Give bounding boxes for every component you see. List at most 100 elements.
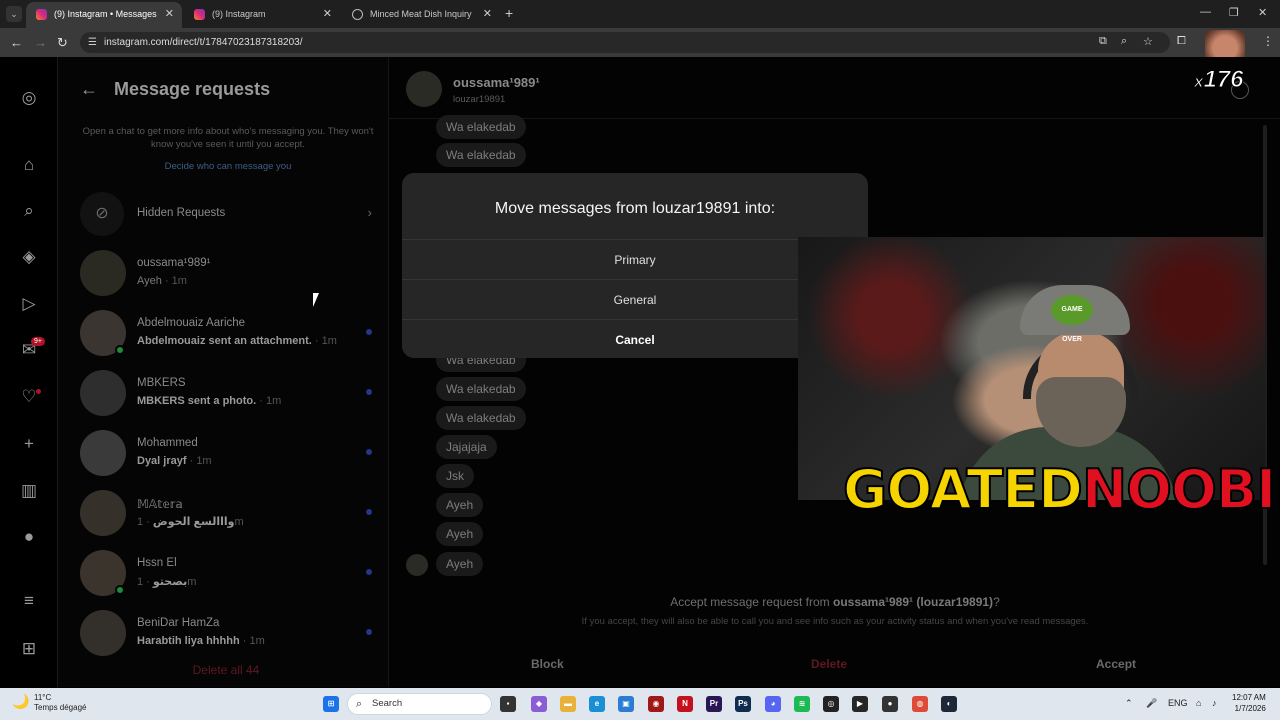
- tab-search-button[interactable]: ⌄: [6, 6, 22, 22]
- home-icon[interactable]: ⌂: [19, 155, 39, 175]
- weather-widget[interactable]: 11°C Temps dégagé: [34, 693, 86, 713]
- chat-name[interactable]: oussama¹989¹: [453, 75, 540, 90]
- new-tab-icon[interactable]: +: [505, 5, 513, 21]
- message-bubble: Ayeh: [436, 552, 484, 576]
- app-red-icon[interactable]: ◉: [648, 696, 664, 712]
- microphone-icon[interactable]: 🎤: [1146, 698, 1157, 709]
- preview-time: · 1m: [259, 395, 282, 407]
- unread-dot: [366, 389, 372, 395]
- instagram-favicon-icon: [36, 9, 47, 20]
- app-dark-icon[interactable]: ◎: [823, 696, 839, 712]
- tab-label: (9) Instagram • Messages: [54, 9, 157, 19]
- chat-username: louzar19891: [453, 94, 506, 105]
- conversation-name: MBKERS: [137, 377, 186, 389]
- also-from-meta-icon[interactable]: ⊞: [19, 639, 39, 659]
- hidden-requests-row[interactable]: ⊘ Hidden Requests ›: [80, 192, 376, 236]
- start-icon[interactable]: ⊞: [323, 696, 339, 712]
- bookmark-star-icon[interactable]: ☆: [1143, 35, 1153, 48]
- restore-icon[interactable]: ❐: [1229, 6, 1239, 19]
- reload-icon[interactable]: ↻: [57, 35, 68, 51]
- conversation-name: oussama¹989¹: [137, 257, 211, 269]
- delete-all-button[interactable]: Delete all 44: [78, 663, 374, 677]
- list-item[interactable]: oussama¹989¹ Ayeh · 1m: [80, 250, 380, 300]
- weather-desc: Temps dégagé: [34, 703, 87, 712]
- network-icon[interactable]: ⌂: [1196, 698, 1201, 708]
- tray-chevron-icon[interactable]: ⌃: [1125, 698, 1133, 709]
- edge-icon[interactable]: e: [589, 696, 605, 712]
- app-terminal-icon[interactable]: ▶: [852, 696, 868, 712]
- close-tab-icon[interactable]: ✕: [323, 2, 332, 26]
- chat-header: oussama¹989¹ louzar19891: [389, 57, 1280, 119]
- message-bubble: Ayeh: [436, 493, 484, 517]
- install-app-icon[interactable]: ⧉: [1099, 35, 1107, 48]
- tab-minced-meat[interactable]: Minced Meat Dish Inquiry ✕: [342, 2, 500, 28]
- stream-counter: x176: [1193, 66, 1244, 94]
- clock-date: 1/7/2026: [1234, 704, 1266, 713]
- tab-instagram[interactable]: (9) Instagram ✕: [184, 2, 340, 28]
- conversation-name: Mohammed: [137, 437, 198, 449]
- explore-icon[interactable]: ◈: [19, 247, 39, 267]
- steam-icon[interactable]: ◐: [941, 696, 957, 712]
- search-icon[interactable]: ⌕: [19, 201, 39, 221]
- spotify-icon[interactable]: ≋: [794, 696, 810, 712]
- site-info-icon[interactable]: ☰: [88, 32, 97, 53]
- list-item[interactable]: Hssn El بصحتو · 1m: [80, 550, 380, 600]
- list-item[interactable]: Abdelmouaiz Aariche Abdelmouaiz sent an …: [80, 310, 380, 360]
- message-bubble: Ayeh: [436, 522, 484, 546]
- weather-moon-icon[interactable]: 🌙: [12, 693, 29, 710]
- copilot-icon[interactable]: ◆: [531, 696, 547, 712]
- back-icon[interactable]: ←: [10, 35, 23, 50]
- cap-badge: GAME OVER: [1051, 295, 1093, 343]
- list-item[interactable]: 𝕄𝔸𝕥𝕖𝕣𝕒 وااالسع الحوض · 1m: [80, 490, 380, 540]
- premiere-icon[interactable]: Pr: [706, 696, 722, 712]
- taskbar-search[interactable]: ⌕ Search: [347, 693, 492, 715]
- task-view-icon[interactable]: ▪: [500, 696, 516, 712]
- accept-button[interactable]: Accept: [1096, 657, 1136, 671]
- minimize-icon[interactable]: —: [1200, 6, 1211, 18]
- brand-red-text: NOOBIE: [1081, 458, 1280, 521]
- delete-button[interactable]: Delete: [811, 657, 847, 671]
- reels-icon[interactable]: ▷: [19, 294, 39, 314]
- decide-who-link[interactable]: Decide who can message you: [78, 161, 378, 172]
- weather-temp: 11°C: [34, 693, 52, 702]
- zoom-icon[interactable]: ⌕: [1121, 35, 1127, 48]
- instagram-logo-icon[interactable]: ◎: [19, 88, 39, 108]
- close-tab-icon[interactable]: ✕: [483, 2, 492, 26]
- store-icon[interactable]: ▣: [618, 696, 634, 712]
- chat-avatar[interactable]: [406, 71, 442, 107]
- instagram-favicon-icon: [194, 9, 205, 20]
- unread-dot: [366, 329, 372, 335]
- preview-text: Ayeh: [137, 275, 162, 287]
- clock[interactable]: 12:07 AM 1/7/2026: [1232, 692, 1266, 714]
- clock-time: 12:07 AM: [1232, 693, 1266, 702]
- volume-icon[interactable]: ♪: [1212, 698, 1217, 708]
- profile-icon[interactable]: ●: [19, 527, 39, 547]
- close-tab-icon[interactable]: ✕: [165, 2, 174, 26]
- preview-text: وااالسع الحوض: [152, 516, 235, 528]
- file-explorer-icon[interactable]: ▬: [560, 696, 576, 712]
- photoshop-icon[interactable]: Ps: [735, 696, 751, 712]
- list-item[interactable]: Mohammed Dyal jrayf · 1m: [80, 430, 380, 480]
- preview-text: Harabtih liya hhhhh: [137, 635, 240, 647]
- close-window-icon[interactable]: ✕: [1258, 6, 1267, 19]
- block-button[interactable]: Block: [531, 657, 564, 671]
- dashboard-icon[interactable]: ▥: [19, 481, 39, 501]
- list-item[interactable]: MBKERS MBKERS sent a photo. · 1m: [80, 370, 380, 420]
- language-indicator[interactable]: ENG: [1168, 698, 1188, 708]
- browser-menu-icon[interactable]: ⋮: [1262, 34, 1274, 48]
- obs-icon[interactable]: ●: [882, 696, 898, 712]
- more-menu-icon[interactable]: ≡: [19, 591, 39, 611]
- search-placeholder: Search: [372, 698, 403, 709]
- message-bubble: Wa elakedab: [436, 377, 526, 401]
- discord-icon[interactable]: ◕: [765, 696, 781, 712]
- browser-tab-bar: ⌄ (9) Instagram • Messages ✕ (9) Instagr…: [0, 0, 1280, 28]
- netflix-icon[interactable]: N: [677, 696, 693, 712]
- list-item[interactable]: BeniDar HamZa Harabtih liya hhhhh · 1m: [80, 610, 380, 660]
- back-arrow-icon[interactable]: ←: [80, 79, 98, 99]
- extensions-icon[interactable]: ⧠: [1177, 35, 1186, 48]
- url-bar[interactable]: ☰ instagram.com/direct/t/178470231873182…: [80, 32, 1170, 53]
- chrome-icon[interactable]: ◍: [912, 696, 928, 712]
- tab-instagram-messages[interactable]: (9) Instagram • Messages ✕: [26, 2, 182, 28]
- create-icon[interactable]: +: [19, 434, 39, 454]
- forward-icon[interactable]: →: [34, 35, 47, 50]
